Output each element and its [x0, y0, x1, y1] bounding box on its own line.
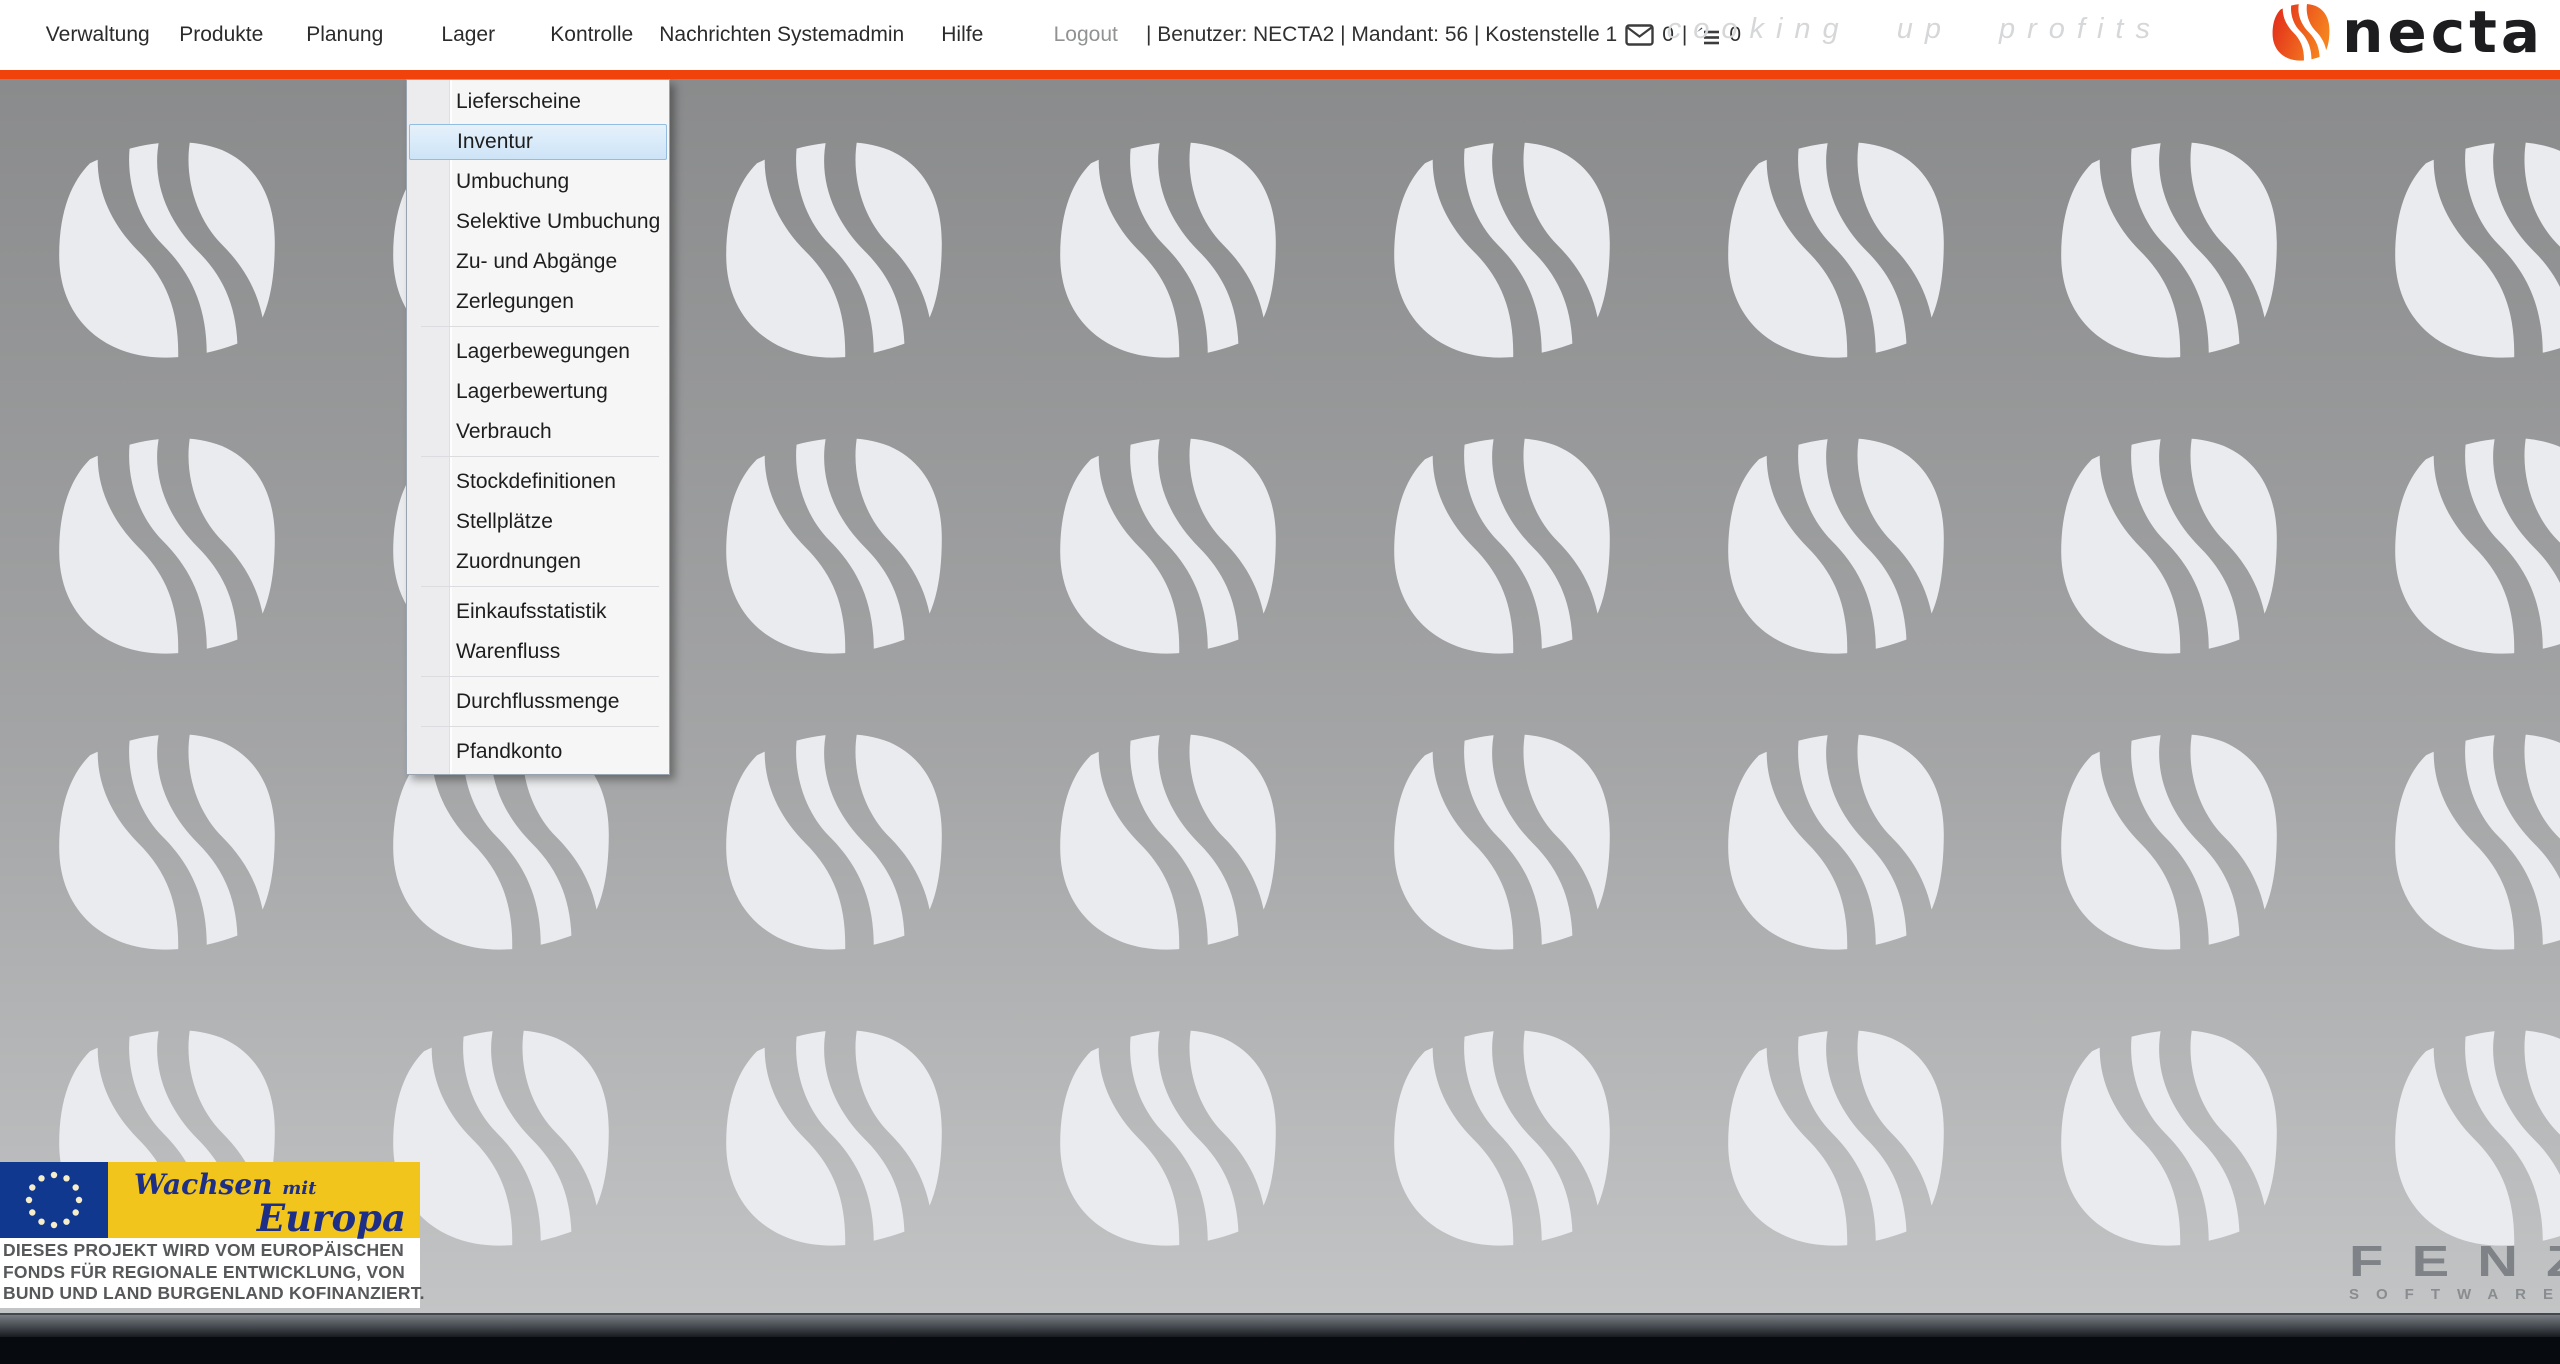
dropdown-item-lagerbewertung[interactable]: Lagerbewertung [407, 372, 669, 412]
background-pattern [0, 79, 2560, 1313]
leaf-watermark-icon [2393, 435, 2560, 655]
eu-banner-title: Wachsen mit Europa [108, 1162, 420, 1238]
menu-item-verwaltung[interactable]: Verwaltung [36, 0, 160, 70]
dropdown-separator [407, 672, 669, 682]
dropdown-item-selektive-umbuchung[interactable]: Selektive Umbuchung [407, 202, 669, 242]
leaf-watermark-icon [2059, 731, 2279, 951]
eu-banner-caption: DIESES PROJEKT WIRD VOM EUROPÄISCHEN FON… [0, 1238, 420, 1308]
leaf-watermark-icon [57, 139, 277, 359]
dropdown-item-zerlegungen[interactable]: Zerlegungen [407, 282, 669, 322]
accent-bar [0, 70, 2560, 79]
leaf-watermark-icon [2059, 435, 2279, 655]
eu-caption-line1: DIESES PROJEKT WIRD VOM EUROPÄISCHEN [3, 1240, 417, 1262]
lager-dropdown-menu: LieferscheineInventurUmbuchungSelektive … [406, 79, 670, 775]
menu-item-systemadmin[interactable]: Systemadmin [777, 0, 901, 70]
leaf-watermark-icon [2393, 731, 2560, 951]
leaf-watermark-icon [1726, 435, 1946, 655]
dropdown-item-durchflussmenge[interactable]: Durchflussmenge [407, 682, 669, 722]
leaf-watermark-icon [724, 435, 944, 655]
eu-caption-line2: FONDS FÜR REGIONALE ENTWICKLUNG, VON [3, 1262, 417, 1284]
necta-logo: necta [2272, 3, 2544, 61]
leaf-watermark-icon [1392, 731, 1612, 951]
dropdown-item-umbuchung[interactable]: Umbuchung [407, 162, 669, 202]
dropdown-item-pfandkonto[interactable]: Pfandkonto [407, 732, 669, 772]
dropdown-separator [407, 722, 669, 732]
dropdown-item-verbrauch[interactable]: Verbrauch [407, 412, 669, 452]
leaf-watermark-icon [1726, 731, 1946, 951]
leaf-watermark-icon [1058, 139, 1278, 359]
eu-banner: Wachsen mit Europa DIESES PROJEKT WIRD V… [0, 1162, 420, 1308]
mail-icon[interactable] [1625, 24, 1654, 46]
leaf-watermark-icon [724, 731, 944, 951]
fenz-watermark: FENZ SOFTWARE [2349, 1240, 2560, 1303]
leaf-watermark-icon [2059, 139, 2279, 359]
dropdown-separator [407, 582, 669, 592]
fenz-sub-text: SOFTWARE [2349, 1286, 2560, 1303]
menu-item-lager[interactable]: Lager [407, 0, 531, 70]
menu-item-kontrolle[interactable]: Kontrolle [530, 0, 654, 70]
content-area: LieferscheineInventurUmbuchungSelektive … [0, 79, 2560, 1313]
leaf-watermark-icon [57, 435, 277, 655]
eu-flag [0, 1162, 108, 1238]
dropdown-item-zu-und-abgänge[interactable]: Zu- und Abgänge [407, 242, 669, 282]
leaf-watermark-icon [1058, 731, 1278, 951]
menu-item-produkte[interactable]: Produkte [160, 0, 284, 70]
top-bar: VerwaltungProduktePlanungLagerKontrolleN… [0, 0, 2560, 70]
leaf-watermark-icon [1392, 435, 1612, 655]
leaf-watermark-icon [2393, 1027, 2560, 1247]
leaf-watermark-icon [1392, 139, 1612, 359]
footer-bar [0, 1313, 2560, 1337]
dropdown-item-lagerbewegungen[interactable]: Lagerbewegungen [407, 332, 669, 372]
leaf-watermark-icon [1392, 1027, 1612, 1247]
main-menu: VerwaltungProduktePlanungLagerKontrolleN… [36, 0, 1148, 70]
leaf-watermark-icon [57, 731, 277, 951]
leaf-watermark-icon [391, 1027, 611, 1247]
leaf-watermark-icon [2059, 1027, 2279, 1247]
dropdown-item-warenfluss[interactable]: Warenfluss [407, 632, 669, 672]
leaf-watermark-icon [724, 1027, 944, 1247]
logout-button[interactable]: Logout [1024, 0, 1148, 70]
eu-stars-icon [0, 1162, 108, 1238]
dropdown-item-einkaufsstatistik[interactable]: Einkaufsstatistik [407, 592, 669, 632]
leaf-watermark-icon [1726, 139, 1946, 359]
user-info: | Benutzer: NECTA2 | Mandant: 56 | Koste… [1146, 0, 1741, 70]
bottom-bar [0, 1337, 2560, 1364]
eu-caption-line3: BUND UND LAND BURGENLAND KOFINANZIERT. [3, 1283, 417, 1305]
leaf-watermark-icon [2393, 139, 2560, 359]
app-window: VerwaltungProduktePlanungLagerKontrolleN… [0, 0, 2560, 1364]
leaf-watermark-icon [1058, 435, 1278, 655]
user-info-text: | Benutzer: NECTA2 | Mandant: 56 | Koste… [1146, 23, 1617, 47]
dropdown-item-stockdefinitionen[interactable]: Stockdefinitionen [407, 462, 669, 502]
dropdown-separator [407, 322, 669, 332]
tagline: cooking up profits [1667, 13, 2162, 46]
menu-item-planung[interactable]: Planung [283, 0, 407, 70]
dropdown-item-inventur[interactable]: Inventur [409, 124, 667, 160]
eu-title-line2: Europa [257, 1196, 406, 1240]
leaf-watermark-icon [724, 139, 944, 359]
necta-logo-text: necta [2342, 3, 2544, 61]
menu-item-hilfe[interactable]: Hilfe [901, 0, 1025, 70]
fenz-brand-text: FENZ [2349, 1240, 2560, 1284]
menu-item-nachrichten[interactable]: Nachrichten [654, 0, 778, 70]
dropdown-separator [407, 452, 669, 462]
leaf-watermark-icon [1058, 1027, 1278, 1247]
necta-leaf-icon [2272, 3, 2330, 61]
leaf-watermark-icon [1726, 1027, 1946, 1247]
dropdown-item-lieferscheine[interactable]: Lieferscheine [407, 82, 669, 122]
dropdown-item-zuordnungen[interactable]: Zuordnungen [407, 542, 669, 582]
dropdown-item-stellplätze[interactable]: Stellplätze [407, 502, 669, 542]
